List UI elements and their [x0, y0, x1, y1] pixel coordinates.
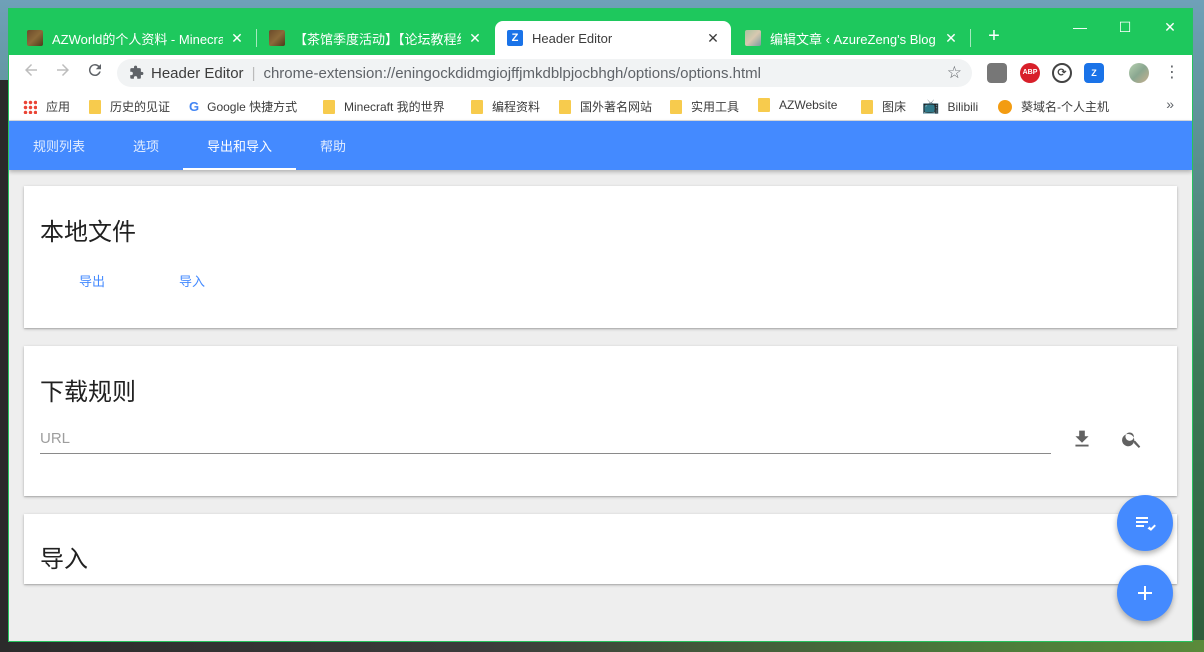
tab-title: Header Editor	[532, 30, 613, 46]
tab-title: AZWorld的个人资料 - Minecraft	[52, 31, 223, 47]
tab-title: 编辑文章 ‹ AzureZeng's Blog —	[770, 31, 937, 47]
folder-icon	[670, 99, 682, 114]
local-file-card: 本地文件 导出 导入	[24, 186, 1177, 328]
tab-separator	[970, 29, 971, 47]
folder-icon	[861, 99, 873, 114]
folder-icon	[89, 99, 101, 114]
plus-icon	[1138, 586, 1152, 600]
card-title: 导入	[40, 546, 88, 573]
profile-avatar[interactable]	[1129, 63, 1149, 83]
tab-export-import[interactable]: 导出和导入	[183, 121, 296, 170]
folder-icon	[758, 98, 770, 112]
minecraft-favicon-icon	[269, 30, 285, 46]
folder-icon	[471, 99, 483, 114]
bookmark-star-icon[interactable]: ☆	[947, 63, 962, 83]
bookmark-bilibili[interactable]: 📺 Bilibili	[922, 98, 978, 115]
back-arrow-icon[interactable]	[19, 61, 43, 85]
tab-azworld-profile[interactable]: AZWorld的个人资料 - Minecraft ✕	[15, 21, 255, 55]
rule-url-input[interactable]: URL	[40, 428, 1051, 454]
url-separator: |	[251, 64, 256, 82]
forward-arrow-icon[interactable]	[51, 61, 75, 85]
tab-options[interactable]: 选项	[109, 121, 183, 170]
extension-grey-icon[interactable]	[987, 63, 1007, 83]
close-icon[interactable]: ✕	[943, 30, 959, 47]
puzzle-extension-icon	[129, 65, 145, 81]
address-bar[interactable]: Header Editor | chrome-extension://ening…	[117, 59, 972, 87]
more-menu-icon[interactable]: ⋮	[1164, 62, 1180, 82]
minimize-button[interactable]: —	[1057, 15, 1103, 39]
download-rules-card: 下载规则 URL	[24, 346, 1177, 496]
adblock-plus-icon[interactable]: ABP	[1020, 63, 1040, 83]
folder-icon	[323, 99, 335, 114]
bookmark-folder[interactable]: 编程资料	[471, 98, 540, 115]
bookmark-apps[interactable]: 应用	[23, 98, 70, 115]
tab-help[interactable]: 帮助	[296, 121, 370, 170]
apps-grid-icon	[23, 99, 37, 114]
add-rule-button[interactable]	[1117, 565, 1173, 621]
import-button[interactable]: 导入	[142, 264, 242, 300]
browser-window: AZWorld的个人资料 - Minecraft ✕ 【茶馆季度活动】【论坛教程…	[8, 8, 1193, 642]
new-tab-button[interactable]: +	[981, 23, 1007, 49]
folder-icon	[559, 99, 571, 114]
header-editor-favicon-icon: Z	[507, 30, 523, 46]
bookmark-label: AZWebsite	[779, 98, 838, 112]
close-icon[interactable]: ✕	[705, 30, 721, 47]
tab-rule-list[interactable]: 规则列表	[9, 121, 109, 170]
header-editor-extension-icon[interactable]: Z	[1084, 63, 1104, 83]
bookmark-label: 历史的见证	[110, 100, 171, 114]
bookmark-label: 葵域名-个人主机	[1021, 100, 1109, 114]
close-icon[interactable]: ✕	[467, 30, 483, 47]
card-title: 本地文件	[40, 219, 136, 246]
close-icon[interactable]: ✕	[229, 30, 245, 47]
tab-strip: AZWorld的个人资料 - Minecraft ✕ 【茶馆季度活动】【论坛教程…	[9, 9, 1192, 55]
bookmark-label: 应用	[46, 100, 71, 114]
bookmark-folder[interactable]: Minecraft 我的世界	[323, 98, 445, 115]
bookmark-label: 图床	[882, 100, 907, 114]
bookmark-folder[interactable]: 历史的见证	[89, 98, 170, 115]
bilibili-tv-icon: 📺	[922, 98, 940, 114]
google-icon: G	[189, 99, 200, 114]
tab-blog-editor[interactable]: 编辑文章 ‹ AzureZeng's Blog — ✕	[733, 21, 969, 55]
bookmarks-overflow-icon[interactable]: »	[1166, 96, 1174, 112]
reload-icon[interactable]	[83, 61, 107, 85]
bookmark-label: 编程资料	[492, 100, 541, 114]
sync-extension-icon[interactable]: ⟳	[1052, 63, 1072, 83]
search-icon[interactable]	[1117, 424, 1147, 454]
bookmark-label: Minecraft 我的世界	[344, 100, 445, 114]
bookmark-label: Bilibili	[947, 99, 979, 114]
tab-teahouse-event[interactable]: 【茶馆季度活动】【论坛教程组】 ✕	[257, 21, 493, 55]
close-window-button[interactable]: ✕	[1147, 15, 1192, 39]
bookmark-folder[interactable]: 实用工具	[670, 98, 739, 115]
bookmark-folder[interactable]: 国外著名网站	[559, 98, 652, 115]
browser-toolbar: Header Editor | chrome-extension://ening…	[9, 55, 1192, 91]
export-button[interactable]: 导出	[42, 264, 142, 300]
url-text: chrome-extension://eningockdidmgiojffjmk…	[263, 64, 761, 82]
maximize-button[interactable]: ☐	[1102, 15, 1148, 39]
bookmark-folder[interactable]: AZWebsite	[758, 98, 837, 112]
tab-title: 【茶馆季度活动】【论坛教程组】	[294, 31, 461, 47]
card-title: 下载规则	[40, 379, 136, 406]
site-name: Header Editor	[151, 64, 244, 82]
tab-header-editor[interactable]: Z Header Editor ✕	[495, 21, 731, 55]
app-nav-bar: 规则列表 选项 导出和导入 帮助	[9, 121, 1192, 170]
blog-favicon-icon	[745, 30, 761, 46]
bookmarks-bar: 应用 历史的见证 G Google 快捷方式 Minecraft 我的世界 编程…	[9, 91, 1192, 121]
bookmark-kuiyuming[interactable]: 葵域名-个人主机	[998, 98, 1109, 115]
minecraft-favicon-icon	[27, 30, 43, 46]
bookmark-label: Google 快捷方式	[207, 100, 298, 114]
playlist-check-icon	[1136, 517, 1156, 531]
desktop-background-left	[0, 80, 8, 652]
bookmark-folder[interactable]: G Google 快捷方式	[189, 98, 297, 115]
kuiyuming-icon	[998, 99, 1012, 114]
bookmark-folder[interactable]: 图床	[861, 98, 906, 115]
batch-edit-button[interactable]	[1117, 495, 1173, 551]
bookmark-label: 国外著名网站	[580, 100, 653, 114]
bookmark-label: 实用工具	[691, 100, 740, 114]
import-card: 导入	[24, 514, 1177, 584]
download-icon[interactable]	[1067, 424, 1097, 454]
